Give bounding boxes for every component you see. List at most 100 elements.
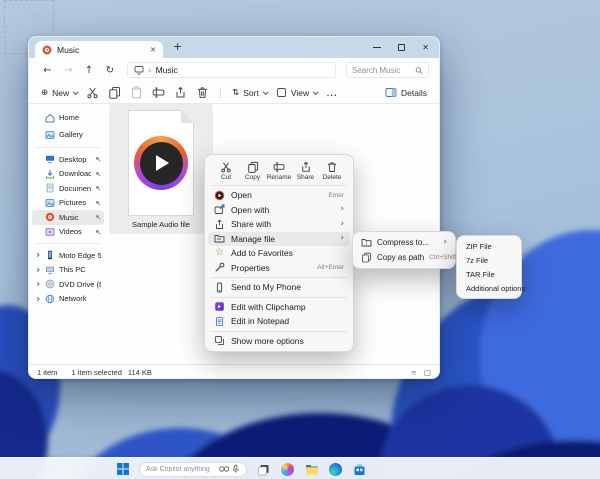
sidebar-item-label: Moto Edge 50 Neo: [59, 251, 101, 260]
rename-button[interactable]: Rename: [266, 161, 292, 181]
play-ring: [134, 136, 188, 190]
share-icon[interactable]: [174, 86, 187, 99]
menu-item-label: Compress to...: [377, 238, 438, 247]
minimize-button[interactable]: [373, 47, 381, 48]
sidebar-item-desktop[interactable]: Desktop: [32, 152, 104, 167]
sidebar-item-videos[interactable]: Videos: [32, 225, 104, 240]
more-options-icon[interactable]: …: [326, 86, 338, 99]
maximize-button[interactable]: [398, 44, 405, 51]
sidebar-item-music[interactable]: Music: [32, 210, 104, 225]
sidebar-item-this-pc[interactable]: This PC: [32, 263, 104, 278]
item-count: 1 item: [37, 368, 57, 377]
menu-item-send-to-my-phone[interactable]: Send to My Phone: [208, 280, 350, 295]
menu-item-zip-file[interactable]: ZIP File: [460, 239, 518, 253]
menu-item-7z-file[interactable]: 7z File: [460, 253, 518, 267]
music-folder-icon: [42, 45, 52, 55]
menu-item-open[interactable]: Open Enter: [208, 188, 350, 203]
new-tab-button[interactable]: +: [173, 40, 182, 53]
expand-chevron-icon[interactable]: [35, 297, 39, 301]
tab-title: Music: [57, 45, 79, 55]
delete-icon[interactable]: [196, 86, 209, 99]
sidebar-item-pictures[interactable]: Pictures: [32, 196, 104, 211]
file-explorer-button[interactable]: [304, 462, 319, 477]
search-input[interactable]: [352, 66, 415, 75]
submenu-chevron-icon: ›: [340, 220, 344, 229]
forward-icon[interactable]: →: [60, 65, 77, 76]
menu-item-edit-in-notepad[interactable]: Edit in Notepad: [208, 314, 350, 329]
refresh-icon[interactable]: ↻: [102, 65, 119, 76]
menu-item-share-with[interactable]: Share with ›: [208, 217, 350, 232]
chevron-down-icon: [263, 89, 269, 95]
list-view-toggle-icon[interactable]: ≡: [411, 368, 417, 377]
details-button[interactable]: Details: [385, 87, 427, 98]
delete-button[interactable]: Delete: [319, 161, 345, 181]
pin-icon: [95, 156, 101, 162]
taskbar-search-box[interactable]: [139, 462, 247, 477]
edge-button[interactable]: [328, 462, 343, 477]
selection-size: 114 KB: [128, 368, 152, 377]
menu-item-show-more-options[interactable]: Show more options: [208, 334, 350, 349]
menu-item-add-to-favorites[interactable]: ☆ Add to Favorites: [208, 246, 350, 261]
sidebar-item-documents[interactable]: Documents: [32, 181, 104, 196]
share-button[interactable]: Share: [293, 161, 319, 181]
up-icon[interactable]: ↑: [81, 65, 98, 76]
copilot-button[interactable]: [280, 462, 295, 477]
expand-chevron-icon[interactable]: [35, 282, 39, 286]
paste-icon[interactable]: [130, 86, 143, 99]
microphone-icon[interactable]: [232, 464, 240, 474]
taskbar-search-input[interactable]: [146, 466, 216, 473]
share-label: Share: [297, 174, 314, 181]
menu-item-label: Share with: [231, 219, 334, 229]
sidebar-item-label: Documents: [59, 184, 91, 193]
menu-item-label: ZIP File: [466, 242, 512, 251]
sidebar-item-dvd-drive[interactable]: DVD Drive (D:) CCC: [32, 277, 104, 292]
menu-item-tar-file[interactable]: TAR File: [460, 267, 518, 281]
menu-item-copy-as-path[interactable]: Copy as path Ctrl+Shift+C: [356, 250, 452, 265]
sidebar-item-network[interactable]: Network: [32, 292, 104, 307]
menu-item-label: Open: [231, 190, 322, 200]
copy-icon: [247, 161, 259, 173]
menu-item-label: Manage file: [231, 234, 334, 244]
sidebar-item-label: DVD Drive (D:) CCC: [59, 280, 101, 289]
tab-music[interactable]: Music ✕: [35, 41, 163, 58]
sidebar-item-downloads[interactable]: Downloads: [32, 167, 104, 182]
new-button[interactable]: ⊕ New: [41, 88, 77, 98]
sort-label: Sort: [243, 88, 259, 98]
menu-item-properties[interactable]: Properties Alt+Enter: [208, 261, 350, 276]
sidebar-divider: [35, 243, 101, 244]
copy-icon[interactable]: [108, 86, 121, 99]
menu-item-compress-to[interactable]: Compress to... ›: [356, 235, 452, 250]
menu-item-edit-with-clipchamp[interactable]: Edit with Clipchamp: [208, 300, 350, 315]
expand-chevron-icon[interactable]: [35, 253, 39, 257]
rename-icon[interactable]: [152, 86, 165, 99]
file-tile-sample-audio[interactable]: Sample Audio file: [109, 104, 213, 234]
task-view-button[interactable]: [256, 462, 271, 477]
breadcrumb[interactable]: › Music: [127, 62, 336, 78]
navigation-pane: Home Gallery Desktop Downloads Documents: [29, 104, 107, 364]
tab-close-icon[interactable]: ✕: [150, 46, 156, 54]
cut-icon[interactable]: [86, 86, 99, 99]
menu-item-additional-options[interactable]: Additional options: [460, 281, 518, 295]
start-button[interactable]: [116, 462, 130, 476]
view-button[interactable]: View: [276, 87, 317, 98]
sidebar-item-label: Music: [59, 213, 79, 222]
taskbar: [0, 457, 600, 479]
sidebar-item-home[interactable]: Home: [32, 109, 104, 126]
copy-button[interactable]: Copy: [240, 161, 266, 181]
store-button[interactable]: [352, 462, 367, 477]
expand-chevron-icon[interactable]: [35, 268, 39, 272]
menu-item-open-with[interactable]: Open with ›: [208, 203, 350, 218]
breadcrumb-location[interactable]: Music: [156, 65, 178, 75]
back-icon[interactable]: ←: [39, 65, 56, 76]
cut-button[interactable]: Cut: [213, 161, 239, 181]
menu-item-manage-file[interactable]: Manage file ›: [208, 232, 350, 247]
close-button[interactable]: ✕: [422, 43, 429, 52]
share-with-icon: [214, 219, 225, 230]
sidebar-item-phone-device[interactable]: Moto Edge 50 Neo: [32, 248, 104, 263]
chevron-down-icon: [73, 89, 79, 95]
sort-button[interactable]: ⇅ Sort: [232, 88, 267, 98]
menu-item-label: Open with: [231, 205, 334, 215]
search-box[interactable]: [346, 62, 429, 78]
sidebar-item-gallery[interactable]: Gallery: [32, 126, 104, 143]
thumbnail-view-toggle-icon[interactable]: ▢: [424, 368, 431, 377]
